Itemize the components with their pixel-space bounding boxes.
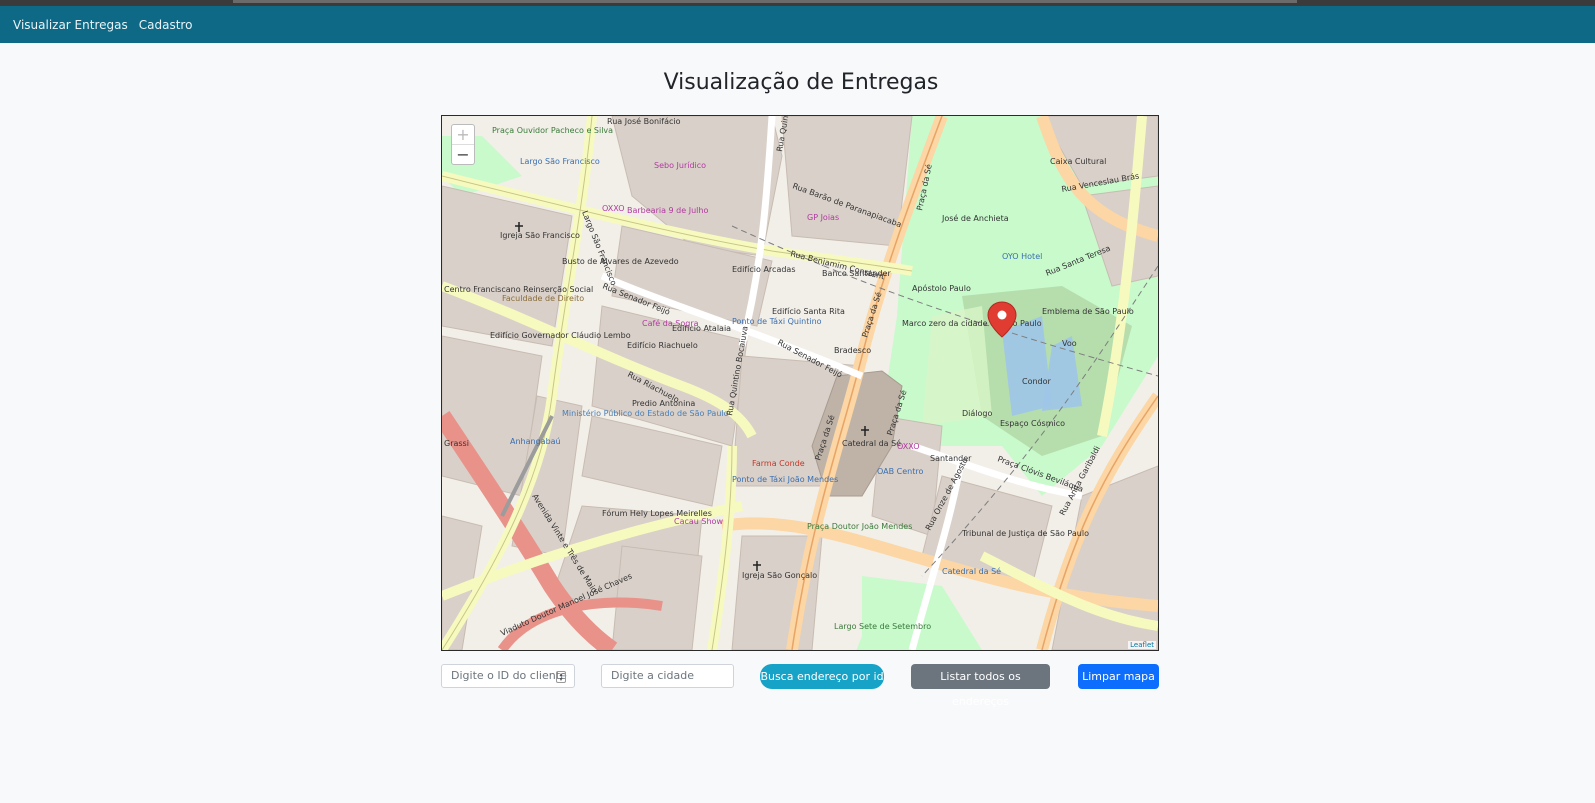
navbar: Visualizar Entregas Cadastro bbox=[0, 6, 1595, 43]
label-praca-joao-mendes: Praça Doutor João Mendes bbox=[807, 522, 912, 531]
label-rua-jose-bonifacio: Rua José Bonifácio bbox=[607, 116, 681, 126]
label-busto: Busto de Álvares de Azevedo bbox=[562, 255, 679, 266]
label-rua-grassi: Grassi bbox=[444, 439, 469, 448]
label-anhangabau: Anhangabaú bbox=[510, 437, 561, 446]
number-spinner-icon[interactable]: ▴ ▾ bbox=[556, 671, 566, 683]
label-ministerio: Ministério Público do Estado de São Paul… bbox=[562, 408, 729, 418]
label-faculdade: Faculdade de Direito bbox=[502, 294, 584, 303]
map-tiles[interactable]: Rua José Bonifácio Rua Barão de Paranapi… bbox=[442, 116, 1158, 650]
label-edificio-santa-rita: Edifício Santa Rita bbox=[772, 307, 845, 316]
label-marco-zero: Marco zero da cidade de São Paulo bbox=[902, 319, 1042, 328]
map-container[interactable]: Rua José Bonifácio Rua Barão de Paranapi… bbox=[441, 115, 1159, 651]
label-edificio-riachuelo: Edifício Riachuelo bbox=[627, 341, 698, 350]
label-igreja-sao-francisco: Igreja São Francisco bbox=[500, 231, 580, 240]
zoom-in-button[interactable]: + bbox=[452, 125, 474, 145]
label-sebo: Sebo Jurídico bbox=[654, 161, 706, 170]
zoom-out-button[interactable]: − bbox=[452, 145, 474, 164]
label-largo-sete: Largo Sete de Setembro bbox=[834, 622, 931, 631]
label-santander: Santander bbox=[930, 454, 972, 463]
label-centro-franciscano: Centro Franciscano Reinserção Social bbox=[444, 285, 593, 294]
label-ponto-taxi-2: Ponto de Táxi João Mendes bbox=[732, 475, 838, 484]
label-predio-antonina: Predio Antonina bbox=[632, 399, 695, 408]
scrollbar-thumb[interactable] bbox=[233, 0, 1297, 3]
label-jose-anchieta: José de Anchieta bbox=[941, 213, 1009, 223]
city-placeholder: Digite a cidade bbox=[611, 669, 694, 682]
label-voo: Voo bbox=[1062, 339, 1077, 348]
page-title: Visualização de Entregas bbox=[663, 70, 939, 95]
label-catedral: Catedral da Sé bbox=[842, 438, 901, 448]
client-id-input[interactable]: Digite o ID do cliente ▴ ▾ bbox=[441, 664, 575, 688]
client-id-placeholder: Digite o ID do cliente bbox=[451, 669, 567, 682]
label-igreja-sao-goncalo: Igreja São Gonçalo bbox=[742, 571, 817, 580]
controls-bar: Digite o ID do cliente ▴ ▾ Digite a cidad… bbox=[441, 664, 1159, 708]
label-largo-sao-francisco-2: Largo São Francisco bbox=[520, 157, 600, 166]
label-dialogo: Diálogo bbox=[962, 409, 992, 418]
label-oxxo-1: OXXO bbox=[602, 204, 625, 213]
label-banco-santander: Banco Santander bbox=[822, 269, 891, 278]
label-catedral-se-bus: Catedral da Sé bbox=[942, 566, 1001, 576]
search-by-id-button[interactable]: Busca endereço por id bbox=[760, 664, 884, 689]
label-edificio-governador: Edifício Governador Cláudio Lembo bbox=[490, 331, 631, 340]
label-ponto-taxi-1: Ponto de Táxi Quintino bbox=[732, 317, 822, 326]
nav-link-visualizar-entregas[interactable]: Visualizar Entregas bbox=[13, 18, 128, 32]
label-condor: Condor bbox=[1022, 377, 1052, 386]
label-edificio-arcadas: Edifício Arcadas bbox=[732, 265, 796, 274]
label-emblema: Emblema de São Paulo bbox=[1042, 307, 1134, 316]
label-oxxo-2: OXXO bbox=[897, 442, 920, 451]
label-tribunal: Tribunal de Justiça de São Paulo bbox=[961, 529, 1089, 538]
label-oab: OAB Centro bbox=[877, 467, 923, 476]
list-all-button[interactable]: Listar todos os endereços bbox=[911, 664, 1050, 708]
label-praca-ouvidor: Praça Ouvidor Pacheco e Silva bbox=[492, 126, 613, 135]
label-cacau-show: Cacau Show bbox=[674, 517, 723, 526]
label-gp-joias: GP Joias bbox=[807, 213, 839, 222]
leaflet-attribution[interactable]: Leaflet bbox=[1128, 641, 1156, 649]
city-input[interactable]: Digite a cidade bbox=[601, 664, 734, 688]
label-oyo-hotel: OYO Hotel bbox=[1002, 252, 1042, 261]
label-barbearia: Barbearia 9 de Julho bbox=[627, 206, 708, 215]
label-bradesco: Bradesco bbox=[834, 346, 871, 355]
label-espaco-cosmico: Espaço Cósmico bbox=[1000, 418, 1065, 428]
nav-link-cadastro[interactable]: Cadastro bbox=[139, 18, 193, 32]
label-farma-conde: Farma Conde bbox=[752, 459, 805, 468]
label-caixa-cultural: Caixa Cultural bbox=[1050, 157, 1106, 166]
label-apostolo: Apóstolo Paulo bbox=[912, 283, 971, 293]
label-cafe-sogra: Café da Sogra bbox=[642, 318, 699, 328]
zoom-control: + − bbox=[451, 124, 475, 165]
clear-map-button[interactable]: Limpar mapa bbox=[1078, 664, 1159, 689]
